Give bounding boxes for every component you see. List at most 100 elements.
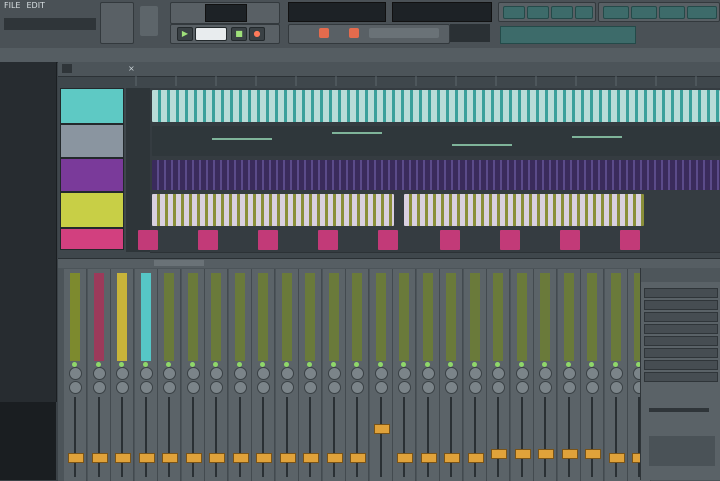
pattern-clip[interactable] (152, 160, 720, 190)
pattern-clip[interactable] (318, 230, 338, 250)
pattern-clip[interactable] (500, 230, 520, 250)
pan-knob[interactable] (92, 381, 106, 394)
pan-knob[interactable] (445, 381, 458, 394)
volume-fader[interactable] (561, 448, 578, 459)
mixer-strip[interactable] (369, 269, 393, 481)
mute-led[interactable] (119, 362, 124, 367)
mixer-strip[interactable] (158, 269, 181, 481)
pan-knob[interactable] (374, 367, 388, 380)
pattern-clip[interactable] (198, 230, 218, 250)
mute-led[interactable] (142, 362, 148, 367)
pattern-tile[interactable] (603, 6, 629, 19)
pattern-clip[interactable] (378, 230, 398, 250)
pan-knob[interactable] (186, 367, 200, 380)
effect-slot[interactable] (644, 360, 718, 370)
pan-knob[interactable] (139, 381, 153, 394)
mute-led[interactable] (565, 362, 571, 367)
volume-fader[interactable] (373, 424, 390, 435)
mixer-strip[interactable] (322, 269, 346, 481)
mute-led[interactable] (377, 362, 383, 367)
volume-fader[interactable] (256, 453, 272, 464)
browser-item[interactable] (0, 73, 56, 84)
mute-led[interactable] (518, 362, 524, 367)
mixer-strip[interactable] (534, 269, 557, 481)
playlist-ruler[interactable] (128, 76, 720, 86)
volume-fader[interactable] (303, 453, 319, 464)
volume-fader[interactable] (514, 448, 531, 459)
eq-graph[interactable] (649, 436, 715, 466)
browser-item[interactable] (0, 227, 56, 238)
effect-slot[interactable] (644, 348, 718, 358)
pan-knob[interactable] (69, 381, 82, 394)
pan-knob[interactable] (280, 367, 294, 380)
pan-knob[interactable] (492, 381, 505, 394)
pattern-clip[interactable] (152, 126, 720, 156)
mixer-strip[interactable] (205, 269, 228, 481)
mixer-strip[interactable] (64, 269, 87, 481)
eq-slider[interactable] (649, 408, 709, 412)
mute-led[interactable] (589, 362, 594, 367)
playlist-track[interactable] (150, 88, 720, 125)
browser-item[interactable] (0, 260, 56, 271)
browser-item[interactable] (0, 183, 56, 194)
mute-led[interactable] (189, 362, 195, 367)
pan-knob[interactable] (69, 367, 82, 380)
mute-led[interactable] (213, 362, 218, 367)
pattern-tile[interactable] (551, 6, 573, 19)
stop-button[interactable]: ■ (231, 27, 247, 41)
pan-knob[interactable] (327, 381, 341, 394)
mixer-strip[interactable] (228, 269, 252, 481)
pattern-tile[interactable] (659, 6, 685, 19)
mixer-strip[interactable] (134, 269, 158, 481)
mute-led[interactable] (495, 362, 500, 367)
record-mode-button[interactable] (319, 28, 329, 38)
track-header[interactable] (60, 158, 124, 192)
pan-knob[interactable] (398, 381, 411, 394)
menu-file[interactable]: FILE (4, 1, 20, 13)
effect-slot[interactable] (644, 336, 718, 346)
pan-knob[interactable] (163, 367, 176, 380)
browser-item[interactable] (0, 249, 56, 260)
pan-knob[interactable] (257, 381, 270, 394)
browser-item[interactable] (0, 293, 56, 304)
pattern-tile[interactable] (687, 6, 717, 19)
browser-item[interactable] (0, 84, 56, 95)
browser-item[interactable] (0, 282, 56, 293)
effect-slot[interactable] (644, 288, 718, 298)
browser-item[interactable] (0, 139, 56, 150)
volume-fader[interactable] (68, 453, 84, 464)
master-volume-slider[interactable] (140, 6, 158, 36)
pan-knob[interactable] (351, 367, 364, 380)
browser-item[interactable] (0, 106, 56, 117)
mute-led[interactable] (95, 362, 101, 367)
pattern-clip[interactable] (620, 230, 640, 250)
volume-fader[interactable] (115, 453, 131, 464)
volume-fader[interactable] (326, 453, 343, 464)
pattern-clip[interactable] (560, 230, 580, 250)
track-header[interactable] (60, 228, 124, 250)
browser-item[interactable] (0, 205, 56, 216)
volume-fader[interactable] (420, 453, 437, 464)
pan-knob[interactable] (351, 381, 364, 394)
mixer-strip[interactable] (581, 269, 604, 481)
track-header[interactable] (60, 124, 124, 158)
mixer-strip[interactable] (416, 269, 440, 481)
pan-knob[interactable] (562, 381, 576, 394)
pan-knob[interactable] (116, 381, 129, 394)
playlist-track[interactable] (150, 158, 720, 193)
pattern-clip[interactable] (258, 230, 278, 250)
mute-led[interactable] (236, 362, 242, 367)
pan-knob[interactable] (186, 381, 200, 394)
effect-slot[interactable] (644, 324, 718, 334)
pan-knob[interactable] (257, 367, 270, 380)
volume-fader[interactable] (491, 448, 507, 459)
pan-knob[interactable] (492, 367, 505, 380)
playlist-menu-icon[interactable] (62, 64, 72, 73)
pan-knob[interactable] (468, 367, 482, 380)
mixer-strip[interactable] (252, 269, 275, 481)
pan-knob[interactable] (421, 381, 435, 394)
pan-knob[interactable] (539, 367, 552, 380)
pan-knob[interactable] (210, 381, 223, 394)
effect-slot[interactable] (644, 300, 718, 310)
mute-led[interactable] (283, 362, 289, 367)
